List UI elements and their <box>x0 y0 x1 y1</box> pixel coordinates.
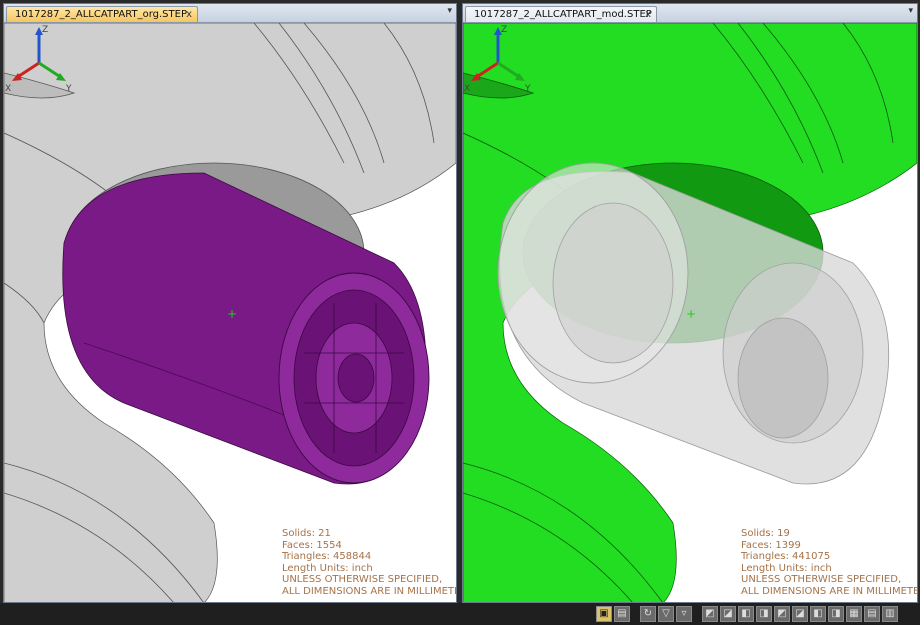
view-iso-icon[interactable]: ◩ <box>702 606 718 622</box>
model-stats: Solids: 19 Faces: 1399 Triangles: 441075… <box>741 528 917 597</box>
view-side-icon[interactable]: ◨ <box>756 606 772 622</box>
3d-viewport-modified[interactable]: + Z X Y Solids: 19 Faces: 1399 Triangles… <box>463 23 917 602</box>
faces-count: Faces: 1399 <box>741 539 801 551</box>
close-icon[interactable]: x <box>186 7 192 22</box>
cube-icon[interactable]: ▣ <box>596 606 612 622</box>
filter-icon[interactable]: ▿ <box>676 606 692 622</box>
view-left-icon[interactable]: ◧ <box>810 606 826 622</box>
axis-triad-icon: Z X Y <box>464 25 531 93</box>
axis-label-z: Z <box>42 25 48 35</box>
model-stats: Solids: 21 Faces: 1554 Triangles: 458844… <box>282 528 456 597</box>
tab-modified-step[interactable]: 1017287_2_ALLCATPART_mod.STEP x <box>465 6 657 22</box>
solids-count: Solids: 21 <box>282 528 331 539</box>
dimension-note-2: ALL DIMENSIONS ARE IN MILLIMETERS <box>282 585 456 597</box>
tab-bar: 1017287_2_ALLCATPART_org.STEP x ▾ <box>4 4 456 23</box>
model-render-modified: + <box>463 23 917 602</box>
axis-label-x: X <box>464 84 470 93</box>
tab-bar: 1017287_2_ALLCATPART_mod.STEP x ▾ <box>463 4 917 23</box>
rotate-icon[interactable]: ↻ <box>640 606 656 622</box>
dimension-note-2: ALL DIMENSIONS ARE IN MILLIMETERS <box>741 585 917 597</box>
dimension-note-1: UNLESS OTHERWISE SPECIFIED, <box>741 574 902 585</box>
box-icon[interactable]: ▤ <box>614 606 630 622</box>
view-front-icon[interactable]: ◪ <box>720 606 736 622</box>
view-back-icon[interactable]: ◩ <box>774 606 790 622</box>
3d-viewport-original[interactable]: + Z X Y Solids: 21 Faces: 1554 Triangles… <box>4 23 456 602</box>
svg-text:+: + <box>227 307 237 321</box>
triangles-count: Triangles: 441075 <box>741 551 831 562</box>
faces-count: Faces: 1554 <box>282 539 342 551</box>
axis-label-x: X <box>5 84 11 93</box>
chevron-down-icon[interactable]: ▾ <box>447 6 452 16</box>
close-icon[interactable]: x <box>645 7 651 22</box>
tab-label: 1017287_2_ALLCATPART_mod.STEP <box>474 9 652 20</box>
view-top-icon[interactable]: ◧ <box>738 606 754 622</box>
triangles-count: Triangles: 458844 <box>282 551 372 562</box>
view-right-icon[interactable]: ◨ <box>828 606 844 622</box>
dimension-note-1: UNLESS OTHERWISE SPECIFIED, <box>282 574 443 585</box>
tab-original-step[interactable]: 1017287_2_ALLCATPART_org.STEP x <box>6 6 198 22</box>
grid-icon[interactable]: ▦ <box>846 606 862 622</box>
length-units: Length Units: inch <box>282 562 373 574</box>
axis-triad-icon: Z X Y <box>5 25 72 93</box>
tab-label: 1017287_2_ALLCATPART_org.STEP <box>15 9 187 20</box>
axis-label-z: Z <box>501 25 507 35</box>
axis-label-y: Y <box>65 84 72 93</box>
axis-label-y: Y <box>524 84 531 93</box>
length-units: Length Units: inch <box>741 562 832 574</box>
chevron-down-icon[interactable]: ▾ <box>908 6 913 16</box>
box-icon[interactable]: ▤ <box>864 606 880 622</box>
svg-text:+: + <box>686 307 696 321</box>
filter-icon[interactable]: ▽ <box>658 606 674 622</box>
viewer-panel-original: 1017287_2_ALLCATPART_org.STEP x ▾ + Z X … <box>3 3 457 603</box>
viewer-panel-modified: 1017287_2_ALLCATPART_mod.STEP x ▾ + Z X … <box>462 3 918 603</box>
view-bottom-icon[interactable]: ◪ <box>792 606 808 622</box>
solids-count: Solids: 19 <box>741 528 790 539</box>
model-render-original: + <box>4 23 456 602</box>
view-toolbar: ▣ ▤ ↻ ▽ ▿ ◩ ◪ ◧ ◨ ◩ ◪ ◧ ◨ ▦ ▤ ▥ <box>596 606 898 624</box>
box-icon[interactable]: ▥ <box>882 606 898 622</box>
